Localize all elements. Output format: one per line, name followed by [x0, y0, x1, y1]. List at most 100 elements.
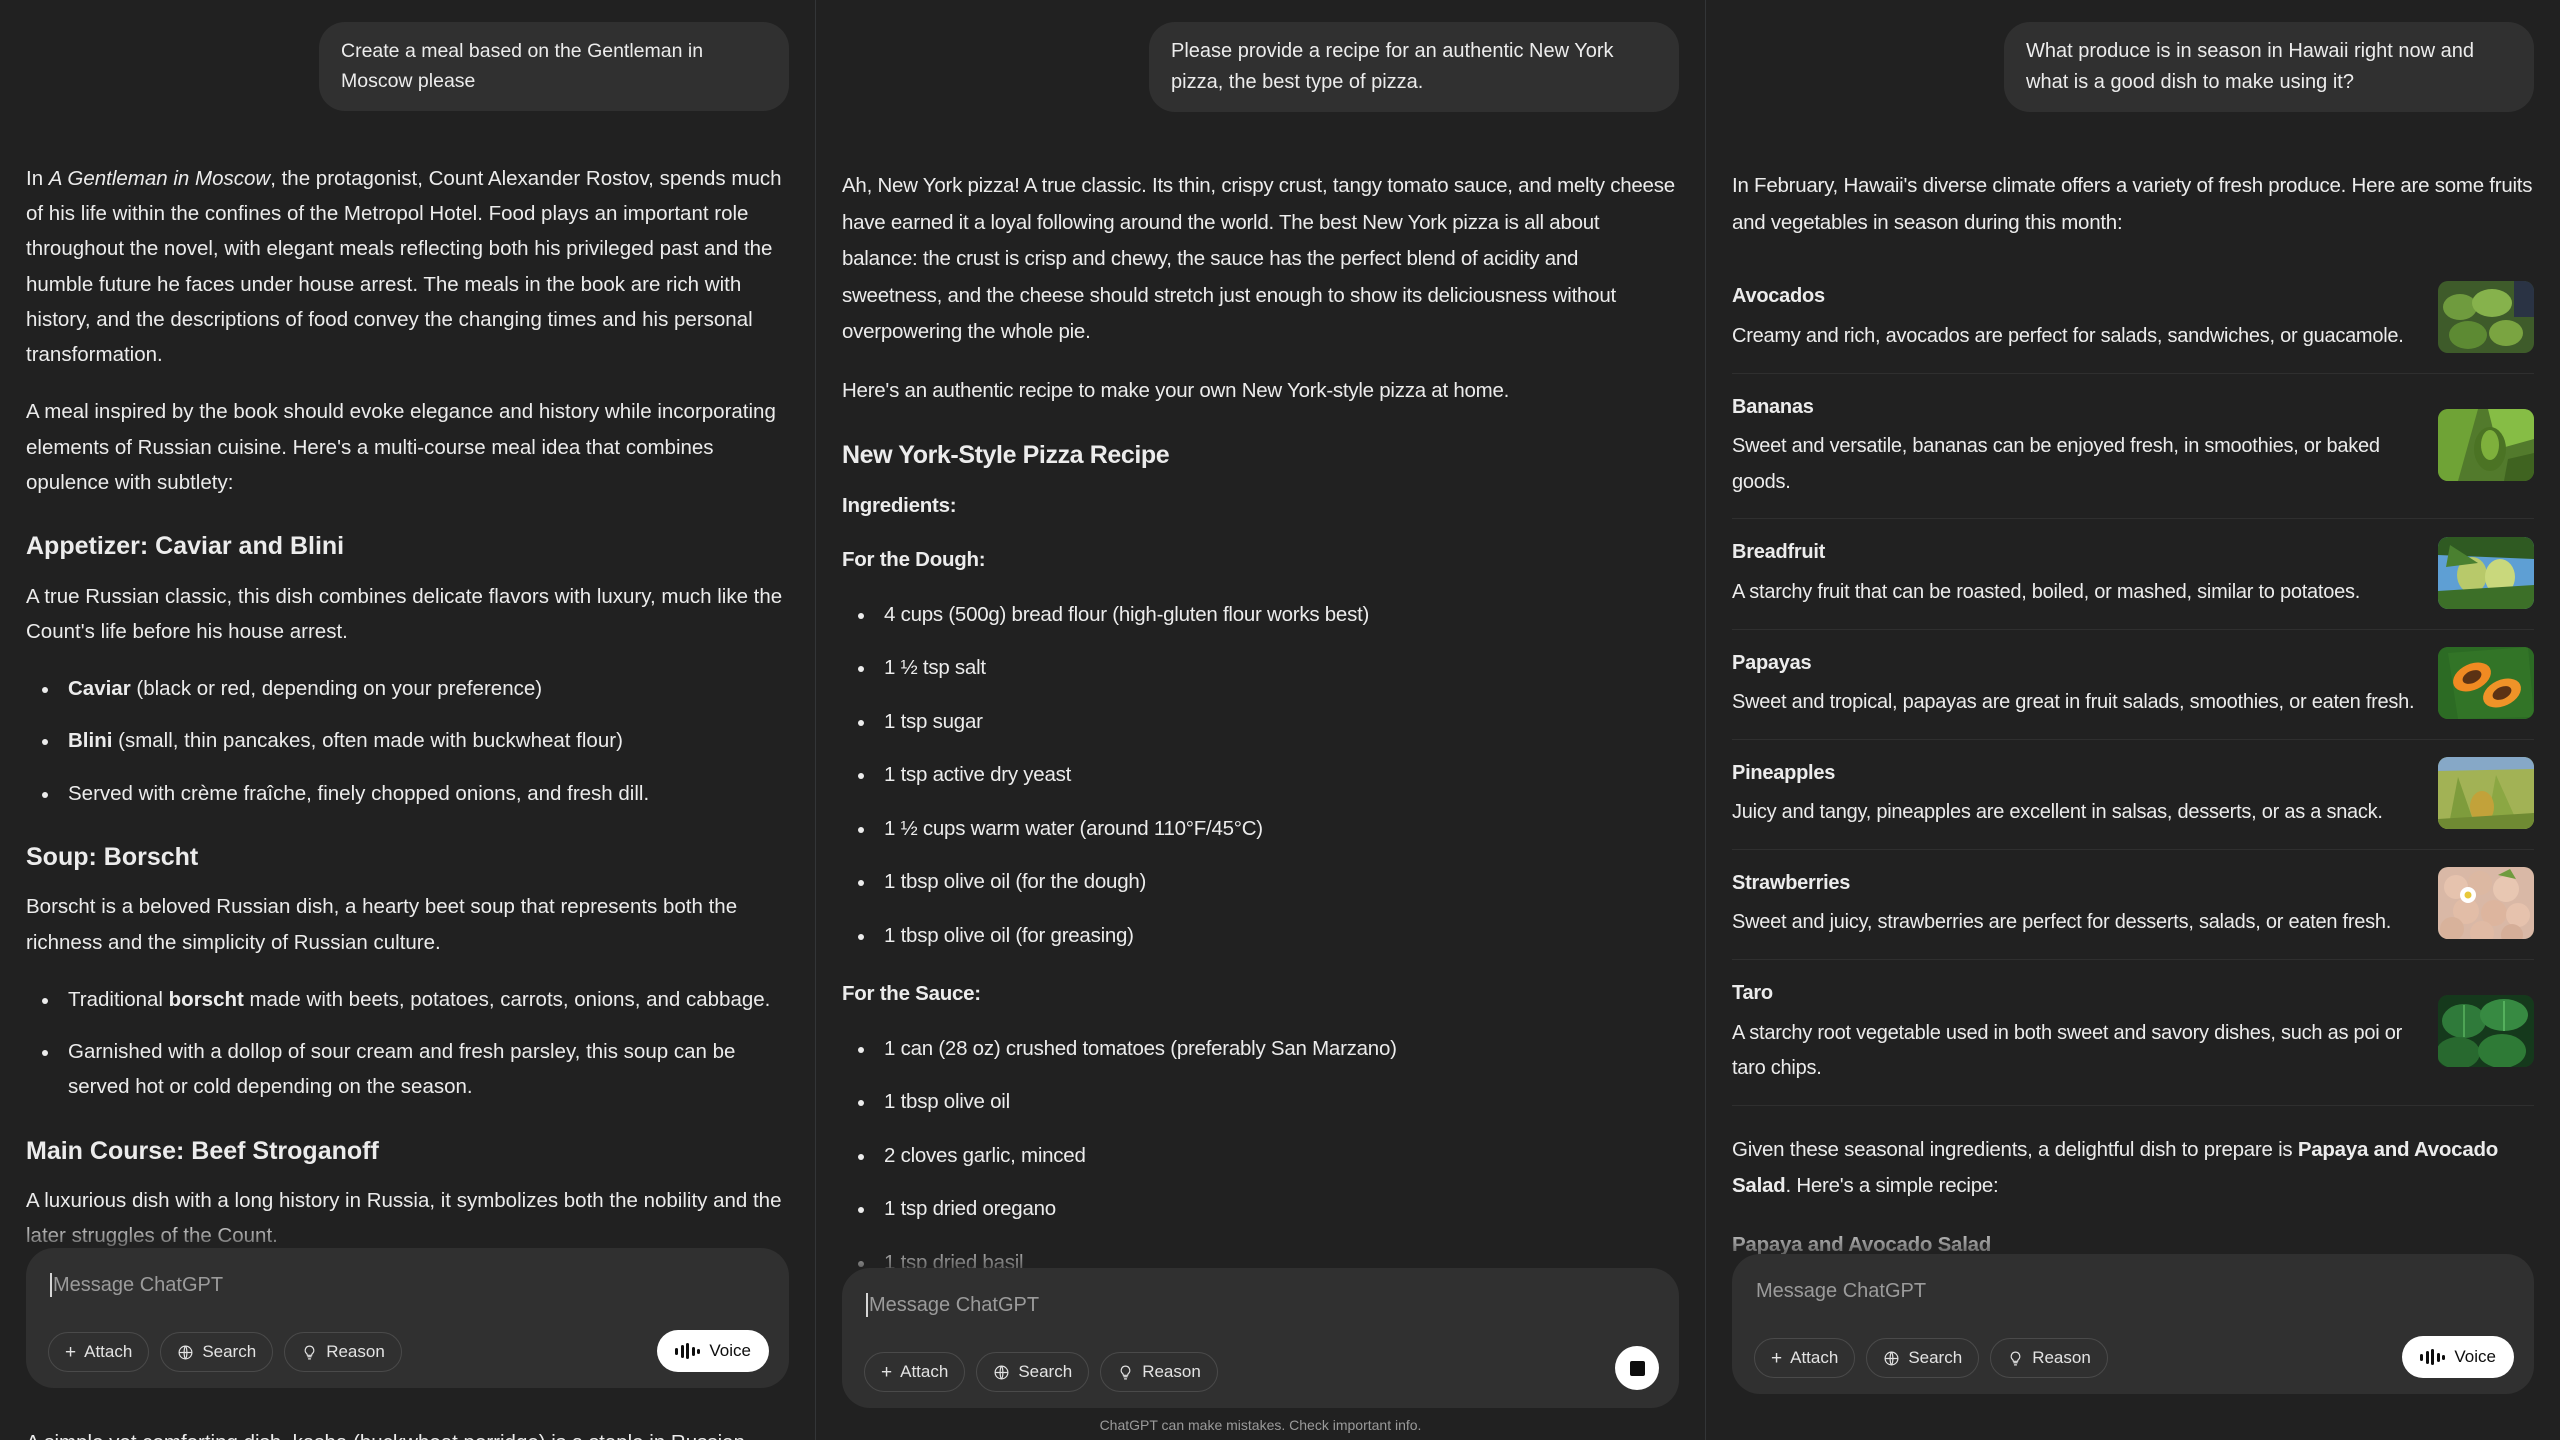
papayas-thumbnail[interactable] [2438, 647, 2534, 720]
conversation-scroll-2[interactable]: Please provide a recipe for an authentic… [816, 0, 1705, 1440]
avocados-thumbnail[interactable] [2438, 280, 2534, 353]
user-message-bubble: What produce is in season in Hawaii righ… [2004, 22, 2534, 113]
search-button[interactable]: Search [160, 1332, 274, 1372]
intro-1-rest: , the protagonist, Count Alexander Rosto… [26, 166, 782, 367]
list-item: Avocados Creamy and rich, avocados are p… [1732, 263, 2534, 374]
list-item: 2 cloves garlic, minced [876, 1138, 1679, 1174]
reason-label: Reason [1142, 1362, 1201, 1381]
produce-name: Taro [1732, 982, 1773, 1005]
user-message-bubble: Please provide a recipe for an authentic… [1149, 22, 1679, 113]
voice-button-3[interactable]: Voice [2402, 1336, 2514, 1378]
attach-button[interactable]: + Attach [1754, 1338, 1856, 1378]
list-item: Pineapples Juicy and tangy, pineapples a… [1732, 740, 2534, 850]
composer-2[interactable]: Message ChatGPT + Attach Search Reason [842, 1268, 1679, 1408]
bananas-thumbnail[interactable] [2438, 408, 2534, 481]
list-item: Taro A starchy root vegetable used in bo… [1732, 960, 2534, 1106]
message-input-3[interactable]: Message ChatGPT [1752, 1272, 2514, 1308]
disclaimer-2: ChatGPT can make mistakes. Check importa… [1099, 1417, 1422, 1433]
produce-text: Pineapples Juicy and tangy, pineapples a… [1732, 756, 2418, 831]
reason-label: Reason [326, 1342, 385, 1361]
input-placeholder: Message ChatGPT [53, 1273, 224, 1296]
list-item: 1 tsp active dry yeast [876, 757, 1679, 793]
lightbulb-icon [2007, 1350, 2024, 1367]
stop-generating-button[interactable] [1615, 1346, 1659, 1390]
message-input-2[interactable]: Message ChatGPT [862, 1286, 1659, 1322]
message-input-1[interactable]: Message ChatGPT [46, 1266, 769, 1302]
chat-pane-1: Create a meal based on the Gentleman in … [0, 0, 815, 1440]
globe-icon [177, 1344, 194, 1361]
produce-description: A starchy fruit that can be roasted, boi… [1732, 580, 2361, 603]
user-message-row: Please provide a recipe for an authentic… [816, 22, 1705, 113]
recipe-title: New York-Style Pizza Recipe [842, 441, 1170, 470]
reason-button[interactable]: Reason [284, 1332, 402, 1372]
voice-label: Voice [2454, 1347, 2496, 1366]
produce-description: Sweet and tropical, papayas are great in… [1732, 691, 2415, 714]
composer-1[interactable]: Message ChatGPT + Attach Search Reason V… [26, 1248, 789, 1388]
list-item: Strawberries Sweet and juicy, strawberri… [1732, 850, 2534, 961]
paragraph-intro-1: In A Gentleman in Moscow, the protagonis… [26, 166, 782, 367]
paragraph-intro-2: Here's an authentic recipe to make your … [842, 378, 1510, 402]
attach-label: Attach [900, 1362, 949, 1381]
attach-button[interactable]: + Attach [48, 1332, 150, 1372]
waveform-icon [2420, 1349, 2446, 1365]
section-body-appetizer: A true Russian classic, this dish combin… [26, 584, 783, 643]
produce-name: Pineapples [1732, 761, 1836, 784]
produce-description: Sweet and versatile, bananas can be enjo… [1732, 435, 2380, 493]
item-rest: (black or red, depending on your prefere… [130, 677, 543, 701]
lightbulb-icon [1117, 1364, 1134, 1381]
attach-label: Attach [84, 1342, 133, 1361]
produce-name: Breadfruit [1732, 541, 1826, 564]
reason-label: Reason [2032, 1348, 2091, 1367]
taro-thumbnail[interactable] [2438, 995, 2534, 1068]
section-body-soup: Borscht is a beloved Russian dish, a hea… [26, 895, 738, 954]
ingredient-list-dough: 4 cups (500g) bread flour (high-gluten f… [842, 597, 1679, 954]
composer-area-1: Message ChatGPT + Attach Search Reason V… [0, 1218, 815, 1420]
chat-pane-3: What produce is in season in Hawaii righ… [1705, 0, 2560, 1440]
strawberries-thumbnail[interactable] [2438, 867, 2534, 940]
composer-3[interactable]: Message ChatGPT + Attach Search Reason V… [1732, 1254, 2534, 1394]
plus-icon: + [1771, 1347, 1783, 1369]
list-item: 4 cups (500g) bread flour (high-gluten f… [876, 597, 1679, 633]
plus-icon: + [881, 1361, 893, 1383]
user-message-bubble: Create a meal based on the Gentleman in … [319, 22, 789, 111]
attach-label: Attach [1790, 1348, 1839, 1367]
list-item: 1 can (28 oz) crushed tomatoes (preferab… [876, 1031, 1679, 1067]
stop-icon [1629, 1360, 1645, 1376]
composer-area-3: Message ChatGPT + Attach Search Reason V… [1706, 1224, 2560, 1426]
attach-button[interactable]: + Attach [864, 1352, 966, 1392]
text-caret [866, 1293, 868, 1317]
chat-pane-2: Please provide a recipe for an authentic… [815, 0, 1705, 1440]
paragraph-intro-1: Ah, New York pizza! A true classic. Its … [842, 174, 1675, 344]
search-button[interactable]: Search [1866, 1338, 1980, 1378]
item-bold: Blini [68, 729, 113, 753]
section-list-soup: Traditional borscht made with beets, pot… [26, 982, 789, 1105]
group-label-dough: For the Dough: [842, 548, 986, 572]
item-rest: (small, thin pancakes, often made with b… [112, 729, 623, 753]
lightbulb-icon [301, 1344, 318, 1361]
produce-name: Bananas [1732, 395, 1814, 418]
breadfruit-thumbnail[interactable] [2438, 536, 2534, 609]
produce-text: Strawberries Sweet and juicy, strawberri… [1732, 866, 2418, 941]
plus-icon: + [65, 1341, 77, 1363]
list-item: Papayas Sweet and tropical, papayas are … [1732, 630, 2534, 740]
item-bold: Caviar [68, 677, 131, 701]
composer-actions-3: + Attach Search Reason [1752, 1338, 2514, 1378]
search-button[interactable]: Search [976, 1352, 1090, 1392]
closing-pre: Given these seasonal ingredients, a deli… [1732, 1137, 2298, 1161]
ingredients-label: Ingredients: [842, 493, 957, 517]
produce-text: Papayas Sweet and tropical, papayas are … [1732, 646, 2418, 721]
list-item: Bananas Sweet and versatile, bananas can… [1732, 374, 2534, 520]
reason-button[interactable]: Reason [1990, 1338, 2108, 1378]
reason-button[interactable]: Reason [1100, 1352, 1218, 1392]
list-item: Served with crème fraîche, finely choppe… [60, 776, 789, 811]
list-item: 1 tbsp olive oil (for greasing) [876, 918, 1679, 954]
user-message-row: What produce is in season in Hawaii righ… [1706, 22, 2560, 113]
produce-text: Taro A starchy root vegetable used in bo… [1732, 976, 2418, 1087]
item-rest: Served with crème fraîche, finely choppe… [68, 781, 650, 805]
voice-button-1[interactable]: Voice [657, 1330, 769, 1372]
pineapples-thumbnail[interactable] [2438, 757, 2534, 830]
item-bold: borscht [168, 987, 244, 1011]
search-label: Search [202, 1342, 257, 1361]
